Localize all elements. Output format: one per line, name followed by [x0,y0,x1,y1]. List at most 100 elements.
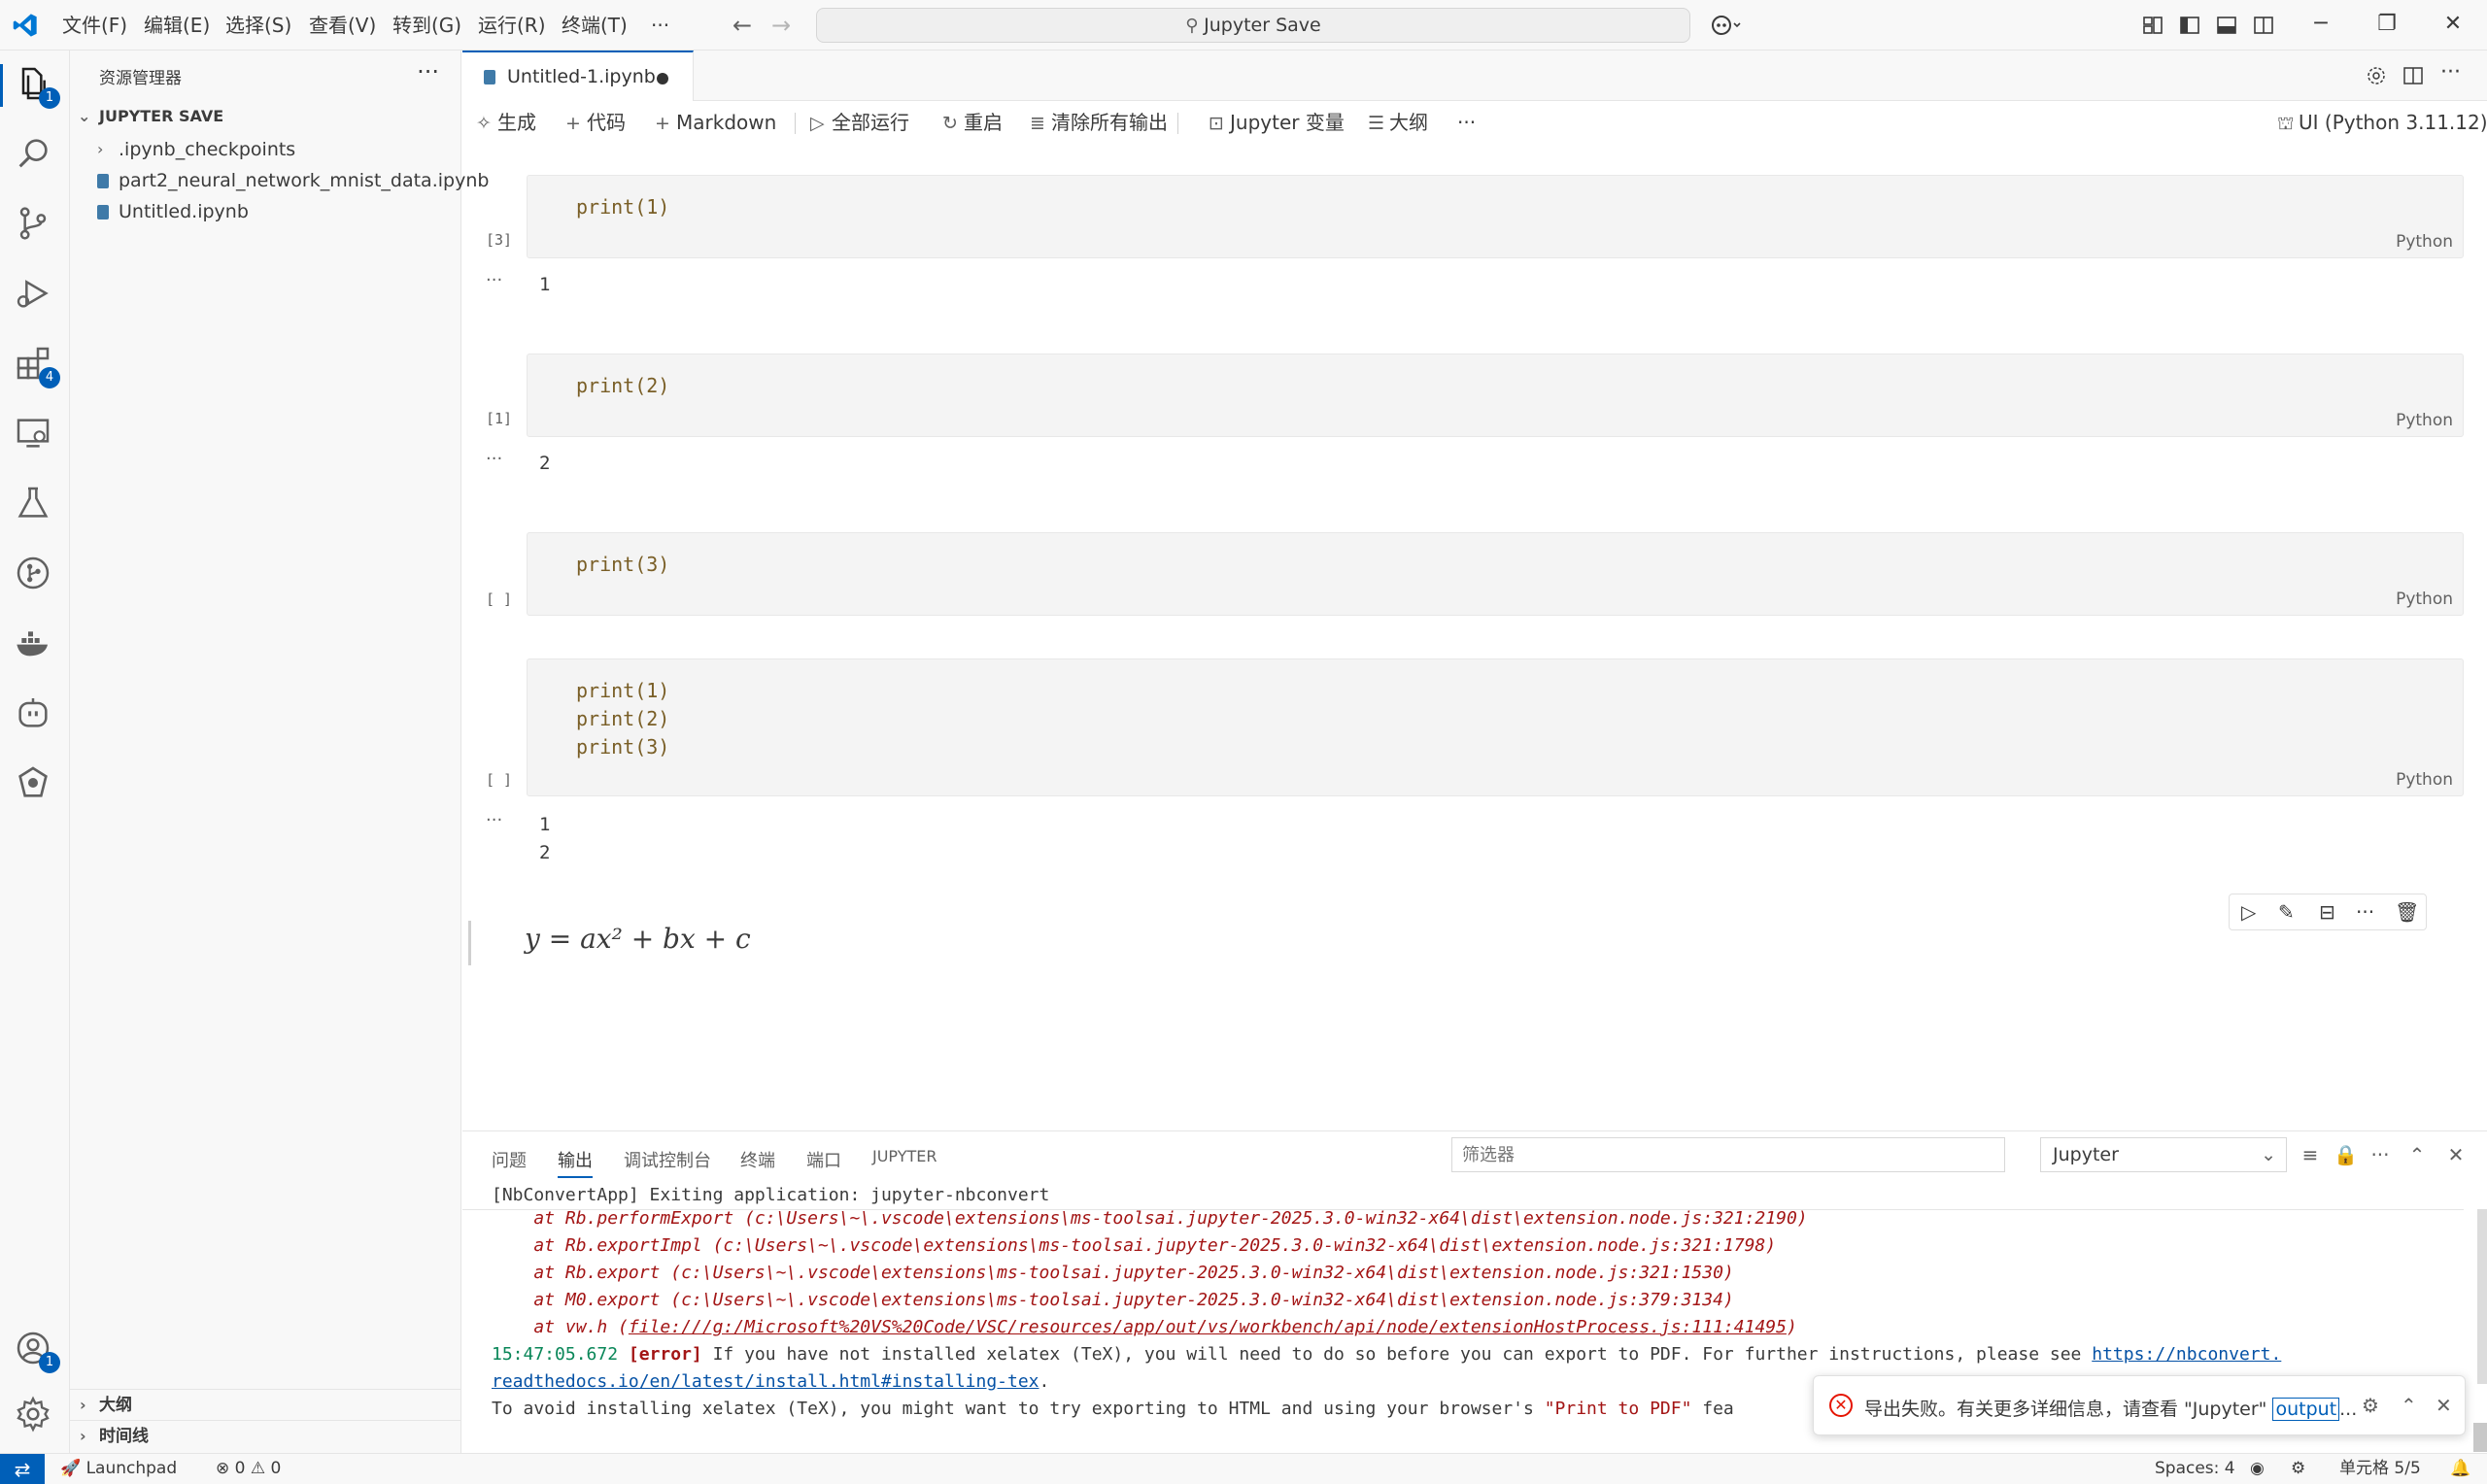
log-link[interactable]: readthedocs.io/en/latest/install.html#in… [492,1371,1039,1392]
panel-more-icon[interactable]: ··· [2368,1143,2392,1166]
restore-button[interactable]: ❐ [2353,0,2421,51]
code-cell[interactable]: print(2) Python [527,354,2464,437]
split-editor-icon[interactable] [2402,64,2425,87]
output-link[interactable]: output [2272,1398,2340,1421]
copilot-chat-icon[interactable] [14,693,56,736]
jupyter-powertoys-icon[interactable] [14,763,56,806]
add-code-button[interactable]: + 代码 [565,109,626,136]
output-more-icon[interactable]: ··· [486,270,502,290]
close-panel-icon[interactable]: ✕ [2444,1143,2468,1166]
sync-status-icon[interactable]: ⚙ [2291,1454,2305,1484]
maximize-panel-icon[interactable]: ⌃ [2405,1143,2429,1166]
notebook-settings-gear-icon[interactable] [2365,64,2388,87]
output-more-icon[interactable]: ··· [486,810,502,830]
back-arrow-icon[interactable]: ← [732,12,752,39]
menu-edit[interactable]: 编辑(E) [144,0,210,51]
delete-trash-icon[interactable]: 🗑 [2395,900,2420,926]
forward-arrow-icon[interactable]: → [771,12,791,39]
cell-code[interactable]: print(2) [576,372,669,400]
panel-scrollbar-thumb[interactable] [2473,1423,2487,1452]
problems-status[interactable]: ⊗ 0 ⚠ 0 [216,1454,281,1484]
cell-more-icon[interactable]: ··· [2356,900,2381,926]
tab-output[interactable]: 输出 [558,1147,593,1178]
cell-position-status[interactable]: 单元格 5/5 [2339,1454,2421,1484]
minimize-button[interactable]: ─ [2287,0,2355,51]
toggle-secondary-sidebar-icon[interactable] [2252,14,2275,37]
tab-ports[interactable]: 端口 [806,1147,841,1172]
tab-debug-console[interactable]: 调试控制台 [624,1147,711,1172]
run-cell-icon[interactable]: ▷ [2241,900,2266,926]
jupyter-variables-button[interactable]: ⊡ Jupyter 变量 [1209,109,1345,136]
cell-code[interactable]: print(1) print(2) print(3) [576,677,669,761]
restart-button[interactable]: ↻ 重启 [942,109,1003,136]
notifications-bell-icon[interactable]: 🔔 [2450,1454,2470,1484]
panel-scrollbar[interactable] [2477,1209,2487,1384]
extensions-icon[interactable]: 4 [14,344,60,388]
tab-terminal[interactable]: 终端 [740,1147,775,1172]
kernel-picker[interactable]: ⛫ UI (Python 3.11.12) [2277,109,2487,136]
clear-output-icon[interactable]: ≡ [2299,1143,2322,1166]
cell-code[interactable]: print(1) [576,193,669,221]
customize-layout-icon[interactable] [2141,14,2164,37]
toolbar-more-button[interactable]: ··· [1457,109,1476,136]
expand-chevron-up-icon[interactable]: ⌃ [2401,1394,2417,1417]
accounts-icon[interactable]: 1 [14,1329,60,1373]
menu-selection[interactable]: 选择(S) [225,0,291,51]
generate-button[interactable]: ✧ 生成 [476,109,536,136]
lock-scroll-icon[interactable]: 🔒 [2334,1143,2358,1166]
notification-settings-gear-icon[interactable]: ⚙ [2362,1394,2379,1417]
source-control-icon[interactable] [14,204,56,247]
close-notification-icon[interactable]: ✕ [2436,1394,2452,1417]
code-cell[interactable]: print(1) Python [527,175,2464,258]
menu-run[interactable]: 运行(R) [478,0,546,51]
split-cell-icon[interactable]: ⊟ [2319,900,2344,926]
cell-code[interactable]: print(3) [576,551,669,579]
code-cell[interactable]: print(3) Python [527,532,2464,616]
docker-icon[interactable] [14,624,56,666]
add-markdown-button[interactable]: + Markdown [655,109,776,136]
tab-problems[interactable]: 问题 [492,1147,527,1172]
git-graph-icon[interactable] [14,554,56,596]
code-cell[interactable]: print(1) print(2) print(3) Python [527,658,2464,796]
remote-explorer-icon[interactable] [14,414,56,456]
timeline-section[interactable]: › 时间线 [70,1420,461,1451]
run-and-debug-icon[interactable] [14,274,56,317]
sidebar-more-icon[interactable]: ··· [417,58,439,85]
copilot-status-icon[interactable]: ◉ [2250,1454,2265,1484]
remote-indicator-icon[interactable]: ⇄ [0,1454,45,1484]
menu-go[interactable]: 转到(G) [392,0,461,51]
search-icon[interactable] [14,134,56,177]
output-filter-input[interactable] [1451,1137,2005,1172]
output-more-icon[interactable]: ··· [486,449,502,469]
log-link[interactable]: https://nbconvert. [2092,1344,2281,1365]
log-link[interactable]: file:///g:/Microsoft%20VS%20Code/VSC/res… [629,1317,1787,1337]
cell-language[interactable]: Python [2396,770,2453,790]
menu-view[interactable]: 查看(V) [309,0,376,51]
outline-button[interactable]: ☰ 大纲 [1368,109,1428,136]
cell-language[interactable]: Python [2396,411,2453,430]
menu-more[interactable]: ··· [651,0,669,51]
launchpad-item[interactable]: 🚀 Launchpad [60,1454,177,1484]
testing-flask-icon[interactable] [14,484,56,526]
toggle-panel-icon[interactable] [2215,14,2238,37]
output-channel-select[interactable]: Jupyter ⌄ [2040,1137,2287,1172]
tab-untitled-notebook[interactable]: Untitled-1.ipynb [462,51,694,101]
cell-language[interactable]: Python [2396,590,2453,609]
more-actions-icon[interactable]: ··· [2440,60,2461,84]
indentation-status[interactable]: Spaces: 4 [2155,1454,2235,1484]
edit-pencil-icon[interactable]: ✎ [2278,900,2303,926]
copilot-icon[interactable] [1710,14,1743,37]
unsaved-dot-icon[interactable] [657,73,668,84]
cell-language[interactable]: Python [2396,232,2453,252]
tab-jupyter[interactable]: JUPYTER [872,1147,937,1165]
manage-gear-icon[interactable] [14,1395,56,1437]
tree-item-untitled-notebook[interactable]: Untitled.ipynb [70,196,461,227]
menu-file[interactable]: 文件(F) [62,0,127,51]
run-all-button[interactable]: ▷ 全部运行 [810,109,909,136]
outline-section[interactable]: › 大纲 [70,1389,461,1420]
clear-outputs-button[interactable]: ≣ 清除所有输出 [1030,109,1168,136]
menu-terminal[interactable]: 终端(T) [562,0,628,51]
toggle-primary-sidebar-icon[interactable] [2178,14,2201,37]
tree-item-checkpoints[interactable]: › .ipynb_checkpoints [70,134,461,165]
markdown-math[interactable]: y = ax² + bx + c [525,923,751,955]
